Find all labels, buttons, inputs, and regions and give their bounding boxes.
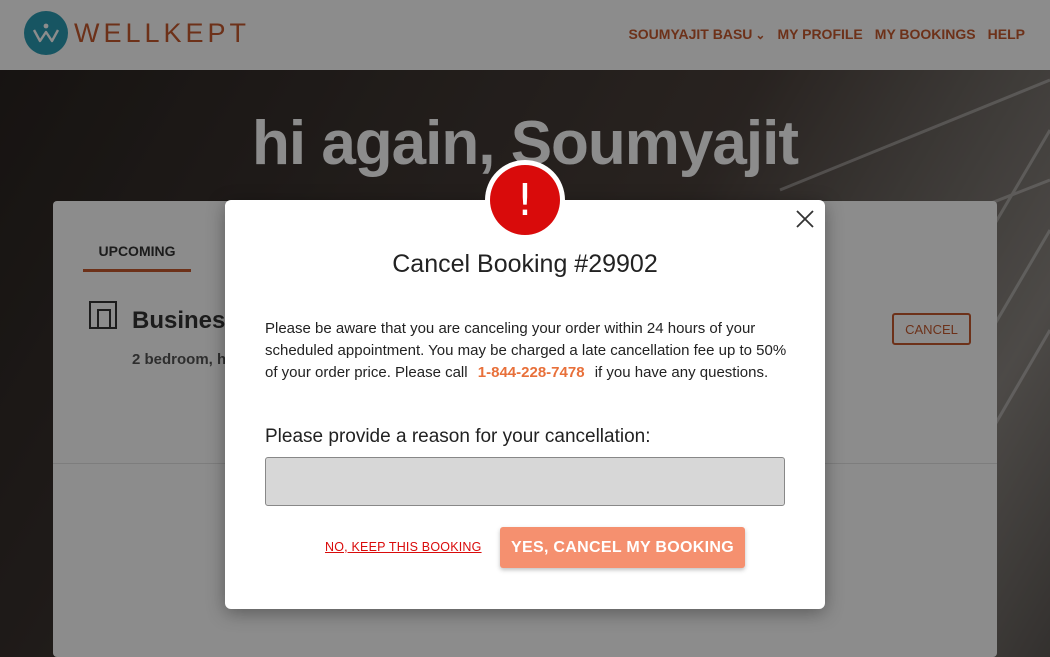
exclamation-icon: ! (490, 165, 560, 235)
keep-booking-link[interactable]: NO, KEEP THIS BOOKING (325, 540, 482, 554)
reason-textarea[interactable] (265, 457, 785, 506)
alert-badge: ! (485, 160, 565, 240)
warning-text-end: if you have any questions. (594, 364, 769, 381)
close-icon[interactable] (793, 207, 817, 231)
phone-link[interactable]: 1-844-228-7478 (478, 364, 585, 381)
cancellation-warning: Please be aware that you are canceling y… (265, 318, 795, 384)
reason-label: Please provide a reason for your cancell… (265, 426, 651, 447)
modal-title: Cancel Booking #29902 (392, 250, 658, 278)
confirm-cancel-button[interactable]: YES, CANCEL MY BOOKING (500, 527, 745, 568)
cancel-booking-modal: Cancel Booking #29902 Please be aware th… (225, 200, 825, 609)
